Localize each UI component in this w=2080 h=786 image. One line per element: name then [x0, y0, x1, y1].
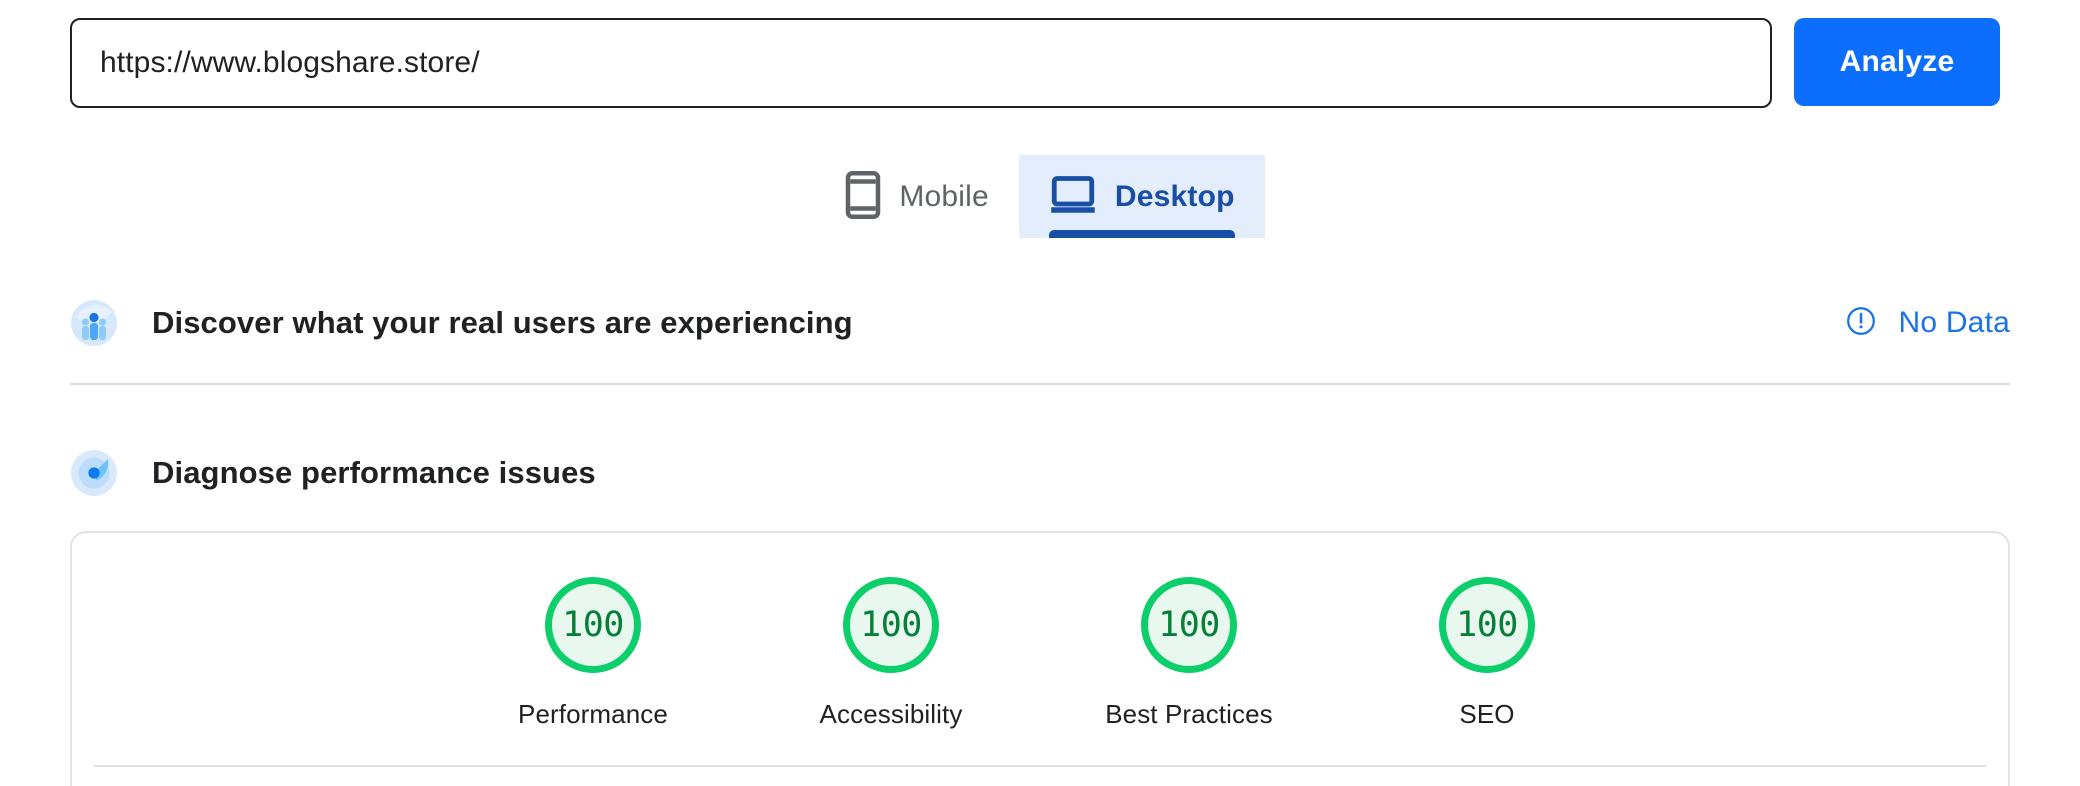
form-factor-tabs: Mobile Desktop: [0, 155, 2080, 238]
tab-desktop-label: Desktop: [1114, 179, 1235, 213]
score-label: SEO: [1459, 699, 1515, 729]
tab-active-indicator: [1048, 230, 1235, 238]
field-data-status[interactable]: No Data: [1845, 305, 2010, 342]
score-gauges: 100 Performance 100 Accessibility 100 Be…: [72, 533, 2008, 730]
gauge-icon: [70, 449, 118, 497]
lab-data-title: Diagnose performance issues: [152, 455, 596, 490]
score-value: 100: [860, 604, 922, 645]
score-gauge-seo: 100: [1439, 577, 1535, 673]
score-item-performance[interactable]: 100 Performance: [498, 577, 688, 730]
scores-card: 100 Performance 100 Accessibility 100 Be…: [70, 531, 2010, 786]
lab-data-section-header: Diagnose performance issues: [70, 442, 2010, 504]
score-value: 100: [562, 604, 624, 645]
field-data-section-header: Discover what your real users are experi…: [70, 292, 2010, 354]
info-circle-icon: [1845, 305, 1877, 342]
score-value: 100: [1158, 604, 1220, 645]
mobile-icon: [845, 171, 881, 222]
desktop-icon: [1049, 175, 1097, 218]
score-item-seo[interactable]: 100 SEO: [1392, 577, 1582, 730]
url-analyze-row: Analyze: [70, 18, 2010, 110]
score-gauge-accessibility: 100: [843, 577, 939, 673]
section-divider: [70, 383, 2010, 385]
field-data-title: Discover what your real users are experi…: [152, 305, 853, 340]
score-item-best-practices[interactable]: 100 Best Practices: [1094, 577, 1284, 730]
pagespeed-insights-result: Analyze Mobile Desktop: [0, 0, 2080, 786]
field-data-status-text: No Data: [1898, 306, 2010, 339]
score-item-accessibility[interactable]: 100 Accessibility: [796, 577, 986, 730]
score-value: 100: [1456, 604, 1518, 645]
url-input[interactable]: [100, 46, 1742, 80]
card-inner-divider: [94, 765, 1986, 767]
url-input-wrapper[interactable]: [70, 18, 1772, 108]
score-gauge-best-practices: 100: [1141, 577, 1237, 673]
users-icon: [70, 299, 118, 347]
score-label: Accessibility: [819, 699, 963, 729]
tab-desktop[interactable]: Desktop: [1018, 155, 1265, 238]
analyze-button[interactable]: Analyze: [1794, 18, 2000, 106]
score-label: Best Practices: [1105, 699, 1273, 729]
tab-mobile[interactable]: Mobile: [815, 155, 1019, 238]
score-label: Performance: [518, 699, 668, 729]
score-gauge-performance: 100: [545, 577, 641, 673]
tab-mobile-label: Mobile: [899, 179, 989, 213]
